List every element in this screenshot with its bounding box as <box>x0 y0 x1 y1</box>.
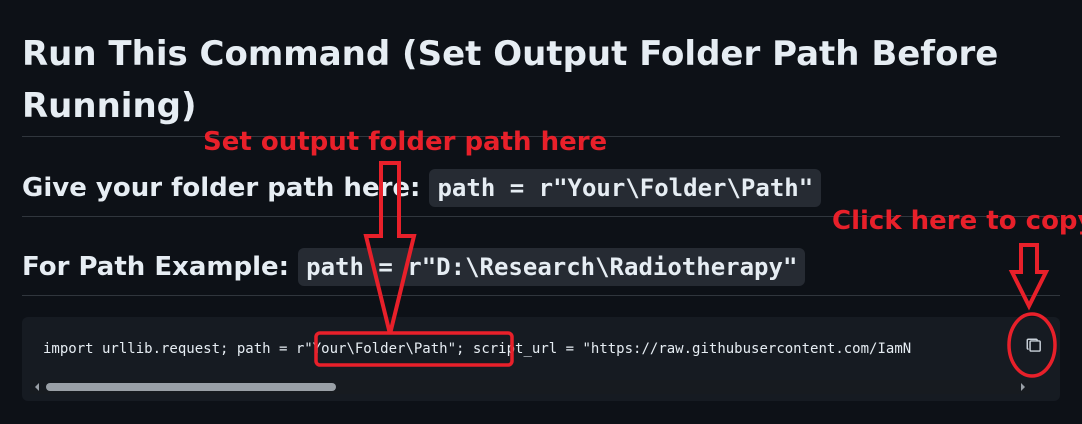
example-label: For Path Example: <box>22 252 299 282</box>
scrollbar-thumb[interactable] <box>46 383 336 391</box>
example-divider <box>22 295 1060 296</box>
annotation-set-path: Set output folder path here <box>203 127 608 157</box>
command-code-line[interactable]: import urllib.request; path = r"Your\Fol… <box>43 338 1003 360</box>
copy-button[interactable] <box>1017 329 1051 363</box>
scroll-left-arrow-icon[interactable] <box>30 380 44 394</box>
example-heading: For Path Example: path = r"D:\Research\R… <box>22 247 806 287</box>
code-after: ; script_url = "https://raw.githubuserco… <box>456 341 912 357</box>
section-heading: Run This Command (Set Output Folder Path… <box>22 28 1052 132</box>
code-path-highlight: r"Your\Folder\Path" <box>295 341 457 357</box>
heading-line-1: Run This Command (Set Output Folder Path… <box>22 34 999 74</box>
scroll-right-arrow-icon[interactable] <box>1016 380 1030 394</box>
horizontal-scrollbar[interactable] <box>30 380 1030 394</box>
readme-section: Run This Command (Set Output Folder Path… <box>0 0 1082 424</box>
copy-icon <box>1026 338 1041 352</box>
folder-path-code[interactable]: path = r"Your\Folder\Path" <box>429 169 822 207</box>
copy-down-arrow-icon <box>1008 243 1050 311</box>
annotation-copy: Click here to copy <box>832 206 1082 236</box>
folder-path-heading: Give your folder path here: path = r"You… <box>22 168 822 208</box>
heading-line-2: Running) <box>22 86 197 126</box>
folder-path-label: Give your folder path here: <box>22 173 430 203</box>
example-code[interactable]: path = r"D:\Research\Radiotherapy" <box>298 248 806 286</box>
code-before: import urllib.request; path = <box>43 341 296 357</box>
command-code-block[interactable]: import urllib.request; path = r"Your\Fol… <box>22 317 1060 401</box>
